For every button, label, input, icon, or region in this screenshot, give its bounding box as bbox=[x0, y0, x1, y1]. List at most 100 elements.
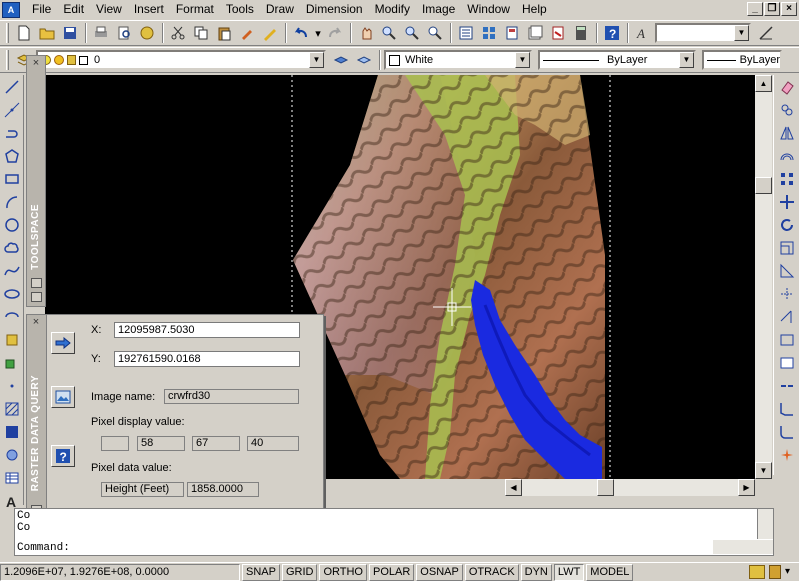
mirror-icon[interactable] bbox=[776, 122, 798, 144]
y-coordinate-field[interactable]: 192761590.0168 bbox=[114, 351, 300, 367]
sun-icon[interactable] bbox=[54, 55, 64, 65]
ellipse-icon[interactable] bbox=[1, 283, 23, 305]
restore-button[interactable]: ❐ bbox=[764, 2, 780, 16]
chevron-down-icon[interactable]: ▼ bbox=[734, 25, 749, 41]
zoom-window-icon[interactable] bbox=[401, 22, 423, 44]
ellipse-arc-icon[interactable] bbox=[1, 306, 23, 328]
communication-center-icon[interactable] bbox=[749, 565, 765, 579]
chevron-down-icon[interactable]: ▼ bbox=[309, 52, 324, 68]
redo-icon[interactable] bbox=[324, 22, 346, 44]
break-icon[interactable] bbox=[776, 352, 798, 374]
scroll-up-arrow-icon[interactable]: ▲ bbox=[755, 75, 772, 92]
scroll-thumb[interactable] bbox=[755, 177, 772, 194]
dim-style-icon[interactable] bbox=[755, 22, 777, 44]
auto-hide-icon[interactable] bbox=[31, 278, 42, 288]
menu-dimension[interactable]: Dimension bbox=[300, 0, 369, 19]
color-dropdown[interactable]: White ▼ bbox=[384, 50, 532, 70]
select-image-button[interactable] bbox=[51, 386, 75, 408]
ortho-toggle[interactable]: ORTHO bbox=[319, 563, 367, 581]
close-button[interactable]: × bbox=[781, 2, 797, 16]
line-icon[interactable] bbox=[1, 76, 23, 98]
polyline-icon[interactable] bbox=[1, 122, 23, 144]
markup-icon[interactable] bbox=[547, 22, 569, 44]
join-icon[interactable] bbox=[776, 375, 798, 397]
layer-dropdown[interactable]: 0 ▼ bbox=[36, 50, 326, 70]
menu-insert[interactable]: Insert bbox=[128, 0, 170, 19]
point-icon[interactable] bbox=[1, 375, 23, 397]
x-coordinate-field[interactable]: 12095987.5030 bbox=[114, 322, 300, 338]
properties-menu-icon[interactable] bbox=[31, 292, 42, 302]
menu-draw[interactable]: Draw bbox=[260, 0, 300, 19]
model-toggle[interactable]: MODEL bbox=[586, 563, 634, 581]
scroll-left-arrow-icon[interactable]: ◀ bbox=[505, 479, 522, 496]
coordinate-display[interactable]: 1.2096E+07, 1.9276E+08, 0.0000 bbox=[0, 563, 240, 581]
text-style-dropdown[interactable]: ▼ bbox=[655, 23, 751, 43]
horizontal-scrollbar[interactable]: ◀ ▶ bbox=[505, 479, 755, 496]
circle-icon[interactable] bbox=[1, 214, 23, 236]
trim-icon[interactable] bbox=[776, 283, 798, 305]
minimize-button[interactable]: _ bbox=[747, 2, 763, 16]
copy-object-icon[interactable] bbox=[776, 99, 798, 121]
offset-icon[interactable] bbox=[776, 145, 798, 167]
lwt-toggle[interactable]: LWT bbox=[553, 563, 585, 581]
construction-line-icon[interactable] bbox=[1, 99, 23, 121]
block-editor-icon[interactable] bbox=[259, 22, 281, 44]
extend-icon[interactable] bbox=[776, 306, 798, 328]
command-window[interactable]: Co Co Command: bbox=[14, 508, 774, 556]
layer-previous-icon[interactable] bbox=[353, 49, 375, 71]
spline-icon[interactable] bbox=[1, 260, 23, 282]
hatch-icon[interactable] bbox=[1, 398, 23, 420]
tool-palettes-icon[interactable] bbox=[501, 22, 523, 44]
fillet-icon[interactable] bbox=[776, 421, 798, 443]
menu-window[interactable]: Window bbox=[461, 0, 516, 19]
region-icon[interactable] bbox=[1, 444, 23, 466]
explode-icon[interactable] bbox=[776, 444, 798, 466]
sheet-set-icon[interactable] bbox=[524, 22, 546, 44]
paste-icon[interactable] bbox=[213, 22, 235, 44]
scroll-down-arrow-icon[interactable]: ▼ bbox=[755, 462, 772, 479]
rectangle-icon[interactable] bbox=[1, 168, 23, 190]
properties-icon[interactable] bbox=[455, 22, 477, 44]
status-menu-icon[interactable]: ▾ bbox=[785, 565, 795, 579]
undo-dropdown-icon[interactable]: ▾ bbox=[313, 22, 323, 44]
help-icon[interactable]: ? bbox=[601, 22, 623, 44]
snap-toggle[interactable]: SNAP bbox=[242, 563, 280, 581]
app-icon[interactable]: A bbox=[2, 1, 20, 18]
zoom-previous-icon[interactable] bbox=[424, 22, 446, 44]
move-icon[interactable] bbox=[776, 191, 798, 213]
linetype-dropdown[interactable]: ByLayer ▼ bbox=[538, 50, 696, 70]
calculator-icon[interactable] bbox=[570, 22, 592, 44]
lock-icon[interactable] bbox=[769, 565, 781, 579]
chevron-down-icon[interactable]: ▼ bbox=[515, 52, 530, 68]
gradient-icon[interactable] bbox=[1, 421, 23, 443]
stretch-icon[interactable] bbox=[776, 260, 798, 282]
polar-toggle[interactable]: POLAR bbox=[369, 563, 415, 581]
menu-help[interactable]: Help bbox=[516, 0, 553, 19]
menu-format[interactable]: Format bbox=[170, 0, 220, 19]
palette-title-bar[interactable]: × RASTER DATA QUERY bbox=[27, 315, 47, 534]
rotate-icon[interactable] bbox=[776, 214, 798, 236]
menu-tools[interactable]: Tools bbox=[220, 0, 260, 19]
revision-cloud-icon[interactable] bbox=[1, 237, 23, 259]
chevron-down-icon[interactable]: ▼ bbox=[679, 52, 694, 68]
arc-icon[interactable] bbox=[1, 191, 23, 213]
vertical-scrollbar[interactable]: ▲ ▼ bbox=[755, 75, 772, 479]
chamfer-icon[interactable] bbox=[776, 398, 798, 420]
toolbar-grip[interactable] bbox=[6, 50, 9, 70]
insert-block-icon[interactable] bbox=[1, 329, 23, 351]
command-vertical-scrollbar[interactable] bbox=[757, 509, 773, 539]
copy-icon[interactable] bbox=[190, 22, 212, 44]
help-button[interactable]: ? bbox=[51, 445, 75, 467]
command-prompt[interactable]: Command: bbox=[17, 542, 70, 554]
menu-edit[interactable]: Edit bbox=[57, 0, 90, 19]
design-center-icon[interactable] bbox=[478, 22, 500, 44]
grid-toggle[interactable]: GRID bbox=[281, 563, 318, 581]
undo-icon[interactable] bbox=[290, 22, 312, 44]
publish-icon[interactable] bbox=[136, 22, 158, 44]
close-icon[interactable]: × bbox=[30, 58, 42, 70]
make-layer-current-icon[interactable] bbox=[330, 49, 352, 71]
menu-image[interactable]: Image bbox=[416, 0, 461, 19]
text-style-icon[interactable]: A bbox=[632, 22, 654, 44]
print-icon[interactable] bbox=[90, 22, 112, 44]
open-folder-icon[interactable] bbox=[36, 22, 58, 44]
